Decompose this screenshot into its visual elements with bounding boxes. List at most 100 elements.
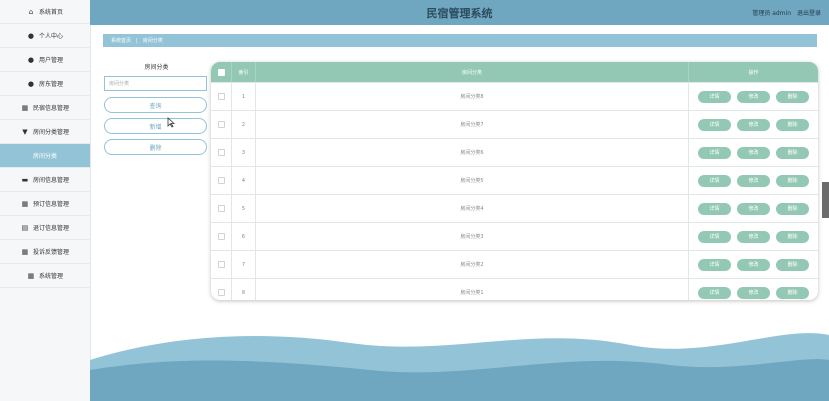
delete-button[interactable]: 删除 [104, 139, 207, 155]
sidebar-item-3[interactable]: ● 房东管理 [0, 72, 90, 96]
person-icon: ● [27, 31, 35, 40]
query-button[interactable]: 查询 [104, 97, 207, 113]
sidebar-item-1[interactable]: ● 个人中心 [0, 24, 90, 48]
row-category: 房间分类5 [256, 167, 689, 194]
row-checkbox-cell [211, 223, 232, 250]
row-category: 房间分类1 [256, 279, 689, 300]
sidebar-item-2[interactable]: ● 用户管理 [0, 48, 90, 72]
row-actions: 详情 修改 删除 [689, 279, 818, 300]
row-actions: 详情 修改 删除 [689, 195, 818, 222]
row-checkbox-cell [211, 195, 232, 222]
breadcrumb-home[interactable]: 系统首页 [111, 37, 131, 44]
sidebar: ⌂ 系统首页 ● 个人中心 ● 用户管理 ● 房东管理 ▦ 民宿信息管理 ▼ 房间分类管理 房间分类 ▬ 房… [0, 0, 91, 401]
row-actions: 详情 修改 删除 [689, 83, 818, 110]
search-label: 房间分类 [144, 64, 169, 71]
grid-icon: ▦ [21, 103, 29, 112]
row-checkbox[interactable] [217, 93, 225, 100]
row-index: 2 [232, 111, 256, 138]
sidebar-item-5[interactable]: ▼ 房间分类管理 [0, 120, 90, 144]
row-checkbox[interactable] [217, 289, 225, 296]
row-delete-button[interactable]: 删除 [776, 146, 809, 159]
sidebar-item-label: 系统首页 [38, 9, 63, 16]
table-row: 1 房间分类8 详情 修改 删除 [211, 82, 818, 110]
detail-button[interactable]: 详情 [698, 202, 731, 215]
scrollbar-thumb[interactable] [822, 182, 829, 218]
detail-button[interactable]: 详情 [698, 90, 731, 103]
row-index: 1 [232, 83, 256, 110]
row-checkbox[interactable] [217, 205, 225, 212]
sidebar-item-10[interactable]: ▦ 投诉反馈管理 [0, 240, 90, 264]
sidebar-item-label: 房东管理 [38, 81, 63, 88]
sidebar-item-label: 房间分类管理 [32, 129, 69, 136]
table-row: 8 房间分类1 详情 修改 删除 [211, 278, 818, 300]
sidebar-item-9[interactable]: ▤ 退订信息管理 [0, 216, 90, 240]
detail-button[interactable]: 详情 [698, 258, 731, 271]
sidebar-item-label: 个人中心 [38, 33, 63, 40]
add-button[interactable]: 新增 [104, 118, 207, 134]
row-category: 房间分类6 [256, 139, 689, 166]
search-input[interactable]: 房间分类 [104, 76, 207, 91]
user-label: 管理员 admin [752, 10, 792, 17]
header-actions: 操作 [748, 69, 759, 76]
edit-button[interactable]: 修改 [737, 146, 770, 159]
app-title: 民宿管理系统 [426, 7, 493, 20]
row-checkbox-cell [211, 251, 232, 278]
edit-button[interactable]: 修改 [737, 174, 770, 187]
breadcrumb-separator: | [136, 37, 138, 44]
row-category: 房间分类4 [256, 195, 689, 222]
detail-button[interactable]: 详情 [698, 118, 731, 131]
row-checkbox[interactable] [217, 261, 225, 268]
detail-button[interactable]: 详情 [698, 146, 731, 159]
row-delete-button[interactable]: 删除 [776, 202, 809, 215]
decorative-waves [90, 333, 829, 401]
table-row: 7 房间分类2 详情 修改 删除 [211, 250, 818, 278]
edit-button[interactable]: 修改 [737, 286, 770, 299]
row-checkbox[interactable] [217, 177, 225, 184]
row-checkbox[interactable] [217, 233, 225, 240]
sidebar-item-8[interactable]: ▦ 预订信息管理 [0, 192, 90, 216]
row-actions: 详情 修改 删除 [689, 223, 818, 250]
top-header: 民宿管理系统 管理员 admin 退出登录 [90, 0, 829, 25]
grid-icon: ▦ [27, 271, 35, 280]
table-row: 6 房间分类3 详情 修改 删除 [211, 222, 818, 250]
row-checkbox[interactable] [217, 121, 225, 128]
briefcase-icon: ▬ [21, 175, 29, 184]
row-delete-button[interactable]: 删除 [776, 174, 809, 187]
row-delete-button[interactable]: 删除 [776, 230, 809, 243]
row-delete-button[interactable]: 删除 [776, 118, 809, 131]
edit-button[interactable]: 修改 [737, 202, 770, 215]
detail-button[interactable]: 详情 [698, 174, 731, 187]
logout-link[interactable]: 退出登录 [797, 10, 821, 17]
row-delete-button[interactable]: 删除 [776, 258, 809, 271]
grid-icon: ▦ [21, 199, 29, 208]
edit-button[interactable]: 修改 [737, 118, 770, 131]
mouse-pointer-icon [167, 117, 175, 128]
trophy-icon: ▼ [22, 127, 28, 136]
edit-button[interactable]: 修改 [737, 90, 770, 103]
detail-button[interactable]: 详情 [698, 230, 731, 243]
row-checkbox[interactable] [217, 149, 225, 156]
row-index: 3 [232, 139, 256, 166]
breadcrumb: 系统首页 | 房间分类 [103, 34, 817, 47]
detail-button[interactable]: 详情 [698, 286, 731, 299]
edit-button[interactable]: 修改 [737, 230, 770, 243]
row-category: 房间分类8 [256, 83, 689, 110]
sidebar-item-label: 房间信息管理 [32, 177, 69, 184]
sidebar-item-label: 预订信息管理 [32, 201, 69, 208]
table-row: 4 房间分类5 详情 修改 删除 [211, 166, 818, 194]
sidebar-item-6[interactable]: 房间分类 [0, 144, 90, 168]
sidebar-item-7[interactable]: ▬ 房间信息管理 [0, 168, 90, 192]
row-checkbox-cell [211, 279, 232, 300]
select-all-checkbox[interactable] [217, 68, 225, 76]
row-delete-button[interactable]: 删除 [776, 286, 809, 299]
row-index: 4 [232, 167, 256, 194]
row-delete-button[interactable]: 删除 [776, 90, 809, 103]
sidebar-item-4[interactable]: ▦ 民宿信息管理 [0, 96, 90, 120]
header-checkbox-cell [211, 62, 232, 82]
sidebar-item-label: 投诉反馈管理 [32, 249, 69, 256]
edit-button[interactable]: 修改 [737, 258, 770, 271]
row-actions: 详情 修改 删除 [689, 167, 818, 194]
sidebar-item-11[interactable]: ▦ 系统管理 [0, 264, 90, 288]
table-header: 索引 房间分类 操作 [211, 62, 818, 82]
sidebar-item-0[interactable]: ⌂ 系统首页 [0, 0, 90, 24]
